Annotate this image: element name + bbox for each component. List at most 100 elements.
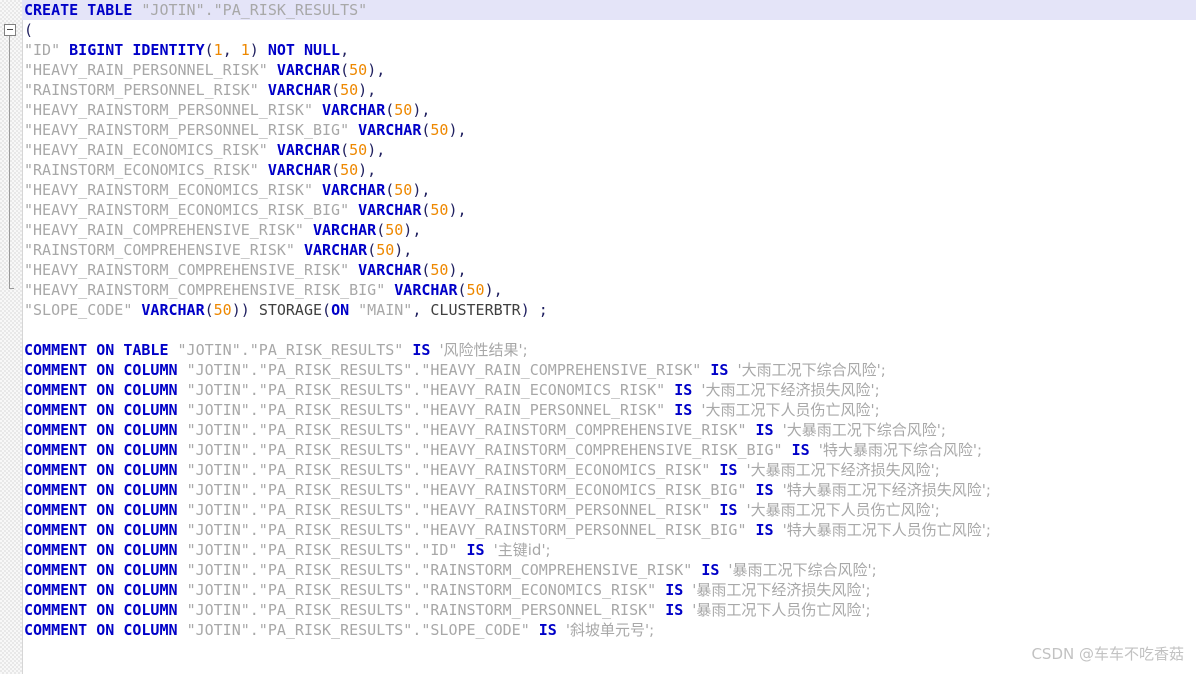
code-token-ident: "JOTIN"."PA_RISK_RESULTS"."SLOPE_CODE" (186, 621, 539, 639)
code-token-punc: , (412, 301, 431, 319)
code-token-punc: ), (367, 141, 386, 159)
code-line[interactable]: "HEAVY_RAIN_COMPREHENSIVE_RISK" VARCHAR(… (22, 220, 1196, 240)
code-line[interactable]: "SLOPE_CODE" VARCHAR(50)) STORAGE(ON "MA… (22, 300, 1196, 320)
code-token-type: VARCHAR (358, 201, 422, 219)
code-line[interactable]: COMMENT ON TABLE "JOTIN"."PA_RISK_RESULT… (22, 340, 1196, 360)
code-line[interactable]: "RAINSTORM_ECONOMICS_RISK" VARCHAR(50), (22, 160, 1196, 180)
code-line[interactable]: COMMENT ON COLUMN "JOTIN"."PA_RISK_RESUL… (22, 560, 1196, 580)
code-token-type: VARCHAR (267, 81, 332, 99)
code-token-punc: ), (412, 101, 431, 119)
code-line[interactable]: "RAINSTORM_PERSONNEL_RISK" VARCHAR(50), (22, 80, 1196, 100)
code-line[interactable]: ( (22, 20, 1196, 40)
code-line[interactable]: "HEAVY_RAIN_PERSONNEL_RISK" VARCHAR(50), (22, 60, 1196, 80)
code-token-num: 50 (349, 61, 368, 79)
code-token-kw: IS (791, 441, 819, 459)
code-token-type: VARCHAR (394, 281, 458, 299)
code-token-ident: "RAINSTORM_PERSONNEL_RISK" (24, 81, 268, 99)
code-token-type: VARCHAR (322, 181, 386, 199)
code-token-kw: COMMENT ON COLUMN (24, 361, 187, 379)
code-line[interactable]: COMMENT ON COLUMN "JOTIN"."PA_RISK_RESUL… (22, 440, 1196, 460)
code-token-kw: COMMENT ON COLUMN (24, 461, 187, 479)
code-line[interactable]: COMMENT ON COLUMN "JOTIN"."PA_RISK_RESUL… (22, 380, 1196, 400)
code-token-ident: "HEAVY_RAIN_COMPREHENSIVE_RISK" (24, 221, 313, 239)
code-line[interactable]: COMMENT ON COLUMN "JOTIN"."PA_RISK_RESUL… (22, 600, 1196, 620)
code-line[interactable]: COMMENT ON COLUMN "JOTIN"."PA_RISK_RESUL… (22, 460, 1196, 480)
code-token-kw: COMMENT ON COLUMN (24, 621, 187, 639)
code-line[interactable]: COMMENT ON COLUMN "JOTIN"."PA_RISK_RESUL… (22, 400, 1196, 420)
code-token-num: 50 (349, 141, 368, 159)
code-token-punc: , (222, 41, 241, 59)
code-token-cjk: '特大暴雨况下综合风险'; (818, 441, 983, 459)
code-line[interactable]: "RAINSTORM_COMPREHENSIVE_RISK" VARCHAR(5… (22, 240, 1196, 260)
code-token-punc: ( (340, 141, 350, 159)
sql-editor[interactable]: CREATE TABLE "JOTIN"."PA_RISK_RESULTS"("… (0, 0, 1196, 674)
code-line[interactable]: "HEAVY_RAINSTORM_ECONOMICS_RISK_BIG" VAR… (22, 200, 1196, 220)
code-line[interactable]: COMMENT ON COLUMN "JOTIN"."PA_RISK_RESUL… (22, 580, 1196, 600)
code-line[interactable]: "HEAVY_RAINSTORM_ECONOMICS_RISK" VARCHAR… (22, 180, 1196, 200)
code-token-ident: "HEAVY_RAIN_PERSONNEL_RISK" (24, 61, 277, 79)
code-token-punc: ( (331, 161, 341, 179)
code-line[interactable]: "HEAVY_RAINSTORM_COMPREHENSIVE_RISK" VAR… (22, 260, 1196, 280)
code-line[interactable]: "HEAVY_RAINSTORM_PERSONNEL_RISK_BIG" VAR… (22, 120, 1196, 140)
code-token-kw: IS (719, 461, 747, 479)
code-token-punc: ( (367, 241, 377, 259)
code-line[interactable]: COMMENT ON COLUMN "JOTIN"."PA_RISK_RESUL… (22, 620, 1196, 640)
code-line[interactable]: COMMENT ON COLUMN "JOTIN"."PA_RISK_RESUL… (22, 420, 1196, 440)
code-line[interactable]: COMMENT ON COLUMN "JOTIN"."PA_RISK_RESUL… (22, 520, 1196, 540)
code-token-punc: ( (385, 101, 395, 119)
code-token-punc: ) (249, 41, 268, 59)
code-line[interactable]: COMMENT ON COLUMN "JOTIN"."PA_RISK_RESUL… (22, 540, 1196, 560)
code-line[interactable] (22, 320, 1196, 340)
code-token-punc: ) ; (520, 301, 548, 319)
code-line[interactable]: COMMENT ON COLUMN "JOTIN"."PA_RISK_RESUL… (22, 360, 1196, 380)
code-token-punc: ( (24, 21, 34, 39)
code-line[interactable]: "HEAVY_RAINSTORM_PERSONNEL_RISK" VARCHAR… (22, 100, 1196, 120)
code-token-punc: ( (331, 81, 341, 99)
code-token-punc: )) (231, 301, 259, 319)
code-line[interactable]: COMMENT ON COLUMN "JOTIN"."PA_RISK_RESUL… (22, 480, 1196, 500)
code-token-punc: ( (376, 221, 386, 239)
code-token-ident: "JOTIN"."PA_RISK_RESULTS"."HEAVY_RAIN_CO… (186, 361, 711, 379)
code-token-kw: COMMENT ON COLUMN (24, 581, 187, 599)
code-token-num: 50 (385, 221, 404, 239)
code-line[interactable]: COMMENT ON COLUMN "JOTIN"."PA_RISK_RESUL… (22, 500, 1196, 520)
code-content[interactable]: CREATE TABLE "JOTIN"."PA_RISK_RESULTS"("… (22, 0, 1196, 674)
code-token-kw: COMMENT ON COLUMN (24, 561, 187, 579)
code-token-punc: ( (204, 41, 214, 59)
code-token-kw: IS (538, 621, 566, 639)
code-token-cjk: '暴雨工况下综合风险'; (728, 561, 877, 579)
code-token-type: VARCHAR (276, 61, 341, 79)
code-token-plain: STORAGE (258, 301, 323, 319)
code-token-ident: "JOTIN"."PA_RISK_RESULTS"."HEAVY_RAINSTO… (186, 441, 792, 459)
fold-collapse-minus-icon[interactable] (4, 24, 16, 36)
code-token-ident: "RAINSTORM_COMPREHENSIVE_RISK" (24, 241, 304, 259)
code-token-kw: IS (412, 341, 440, 359)
code-token-kw: CREATE TABLE (24, 1, 142, 19)
code-token-kw: IS (674, 381, 702, 399)
code-token-ident: "JOTIN"."PA_RISK_RESULTS"."HEAVY_RAINSTO… (186, 421, 756, 439)
editor-gutter[interactable] (0, 0, 23, 674)
code-token-kw: COMMENT ON COLUMN (24, 421, 187, 439)
code-token-ident: "SLOPE_CODE" (24, 301, 142, 319)
code-token-cjk: '特大暴雨工况下经济损失风险'; (782, 481, 991, 499)
code-token-punc: ), (448, 121, 467, 139)
code-token-type: VARCHAR (358, 121, 422, 139)
code-line[interactable]: CREATE TABLE "JOTIN"."PA_RISK_RESULTS" (22, 0, 1196, 20)
code-token-punc: ), (412, 181, 431, 199)
code-token-ident: "JOTIN"."PA_RISK_RESULTS" (177, 341, 413, 359)
code-token-num: 50 (430, 201, 449, 219)
code-token-kw: IS (755, 521, 783, 539)
code-token-kw: IS (665, 601, 693, 619)
code-token-ident: "ID" (24, 41, 70, 59)
code-token-num: 50 (430, 121, 449, 139)
code-token-kw: IS (701, 561, 729, 579)
code-line[interactable]: "ID" BIGINT IDENTITY(1, 1) NOT NULL, (22, 40, 1196, 60)
code-token-ident: "JOTIN"."PA_RISK_RESULTS"."HEAVY_RAINSTO… (186, 481, 756, 499)
code-token-num: 1 (213, 41, 223, 59)
code-line[interactable]: "HEAVY_RAINSTORM_COMPREHENSIVE_RISK_BIG"… (22, 280, 1196, 300)
code-token-ident: "JOTIN"."PA_RISK_RESULTS"."RAINSTORM_COM… (186, 561, 702, 579)
code-token-ident: "HEAVY_RAINSTORM_COMPREHENSIVE_RISK" (24, 261, 359, 279)
code-token-punc: ), (367, 61, 386, 79)
code-token-punc: ), (358, 161, 377, 179)
code-line[interactable]: "HEAVY_RAIN_ECONOMICS_RISK" VARCHAR(50), (22, 140, 1196, 160)
